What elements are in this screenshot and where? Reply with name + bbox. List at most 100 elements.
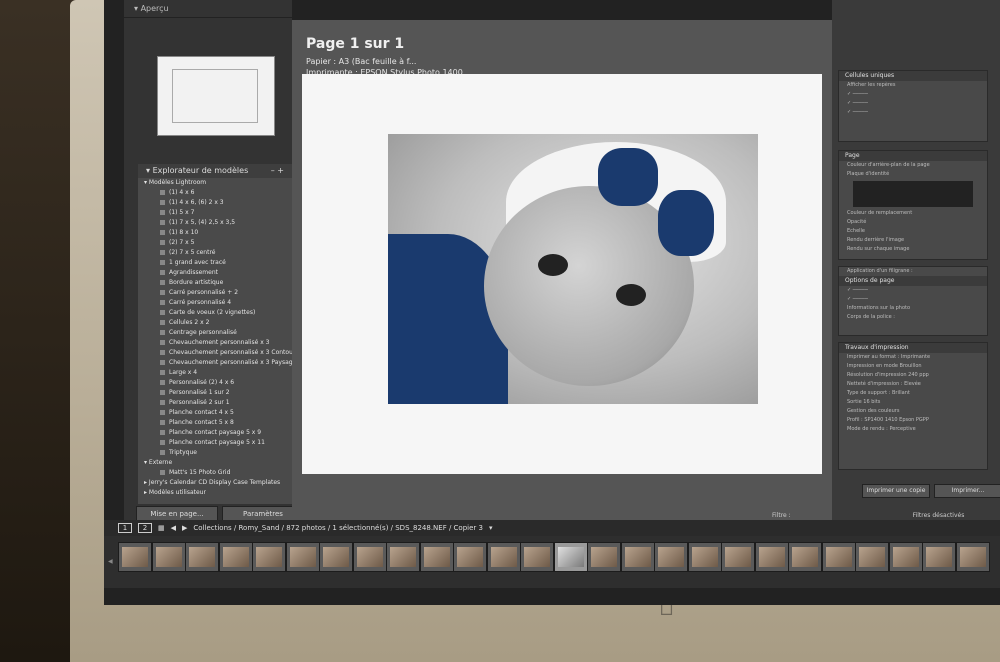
template-item[interactable]: Planche contact paysage 5 x 11 — [138, 438, 292, 448]
sharpen-row[interactable]: Netteté d'impression : Elevée — [839, 380, 987, 389]
template-item[interactable]: (1) 5 x 7 — [138, 208, 292, 218]
filmstrip-thumbnail[interactable] — [855, 542, 889, 572]
print-one-copy-button[interactable]: Imprimer une copie — [862, 484, 930, 498]
template-item[interactable]: Centrage personnalisé — [138, 328, 292, 338]
remove-template-button[interactable]: – — [271, 166, 275, 175]
page-option[interactable]: ✓ ───── — [839, 295, 987, 304]
template-item[interactable]: Agrandissement — [138, 268, 292, 278]
opacity-slider[interactable]: Opacité — [839, 218, 987, 227]
filmstrip-thumbnail[interactable] — [721, 542, 755, 572]
primary-view-button[interactable]: 1 — [118, 523, 132, 533]
filmstrip-thumbnail[interactable] — [319, 542, 353, 572]
source-path[interactable]: Collections / Romy_Sand / 872 photos / 1… — [193, 524, 483, 532]
filmstrip-thumbnail[interactable] — [520, 542, 554, 572]
template-item[interactable]: (1) 8 x 10 — [138, 228, 292, 238]
folder-lightroom-templates[interactable]: ▾ Modèles Lightroom — [138, 178, 292, 188]
resolution-row[interactable]: Résolution d'impression 240 ppp — [839, 371, 987, 380]
template-item[interactable]: (1) 4 x 6, (6) 2 x 3 — [138, 198, 292, 208]
template-item[interactable]: Planche contact 4 x 5 — [138, 408, 292, 418]
chevron-down-icon[interactable]: ▾ — [489, 524, 493, 532]
print-job-title[interactable]: Travaux d'impression — [839, 343, 987, 353]
background-color-option[interactable]: Couleur d'arrière-plan de la page — [839, 161, 987, 170]
secondary-view-button[interactable]: 2 — [138, 523, 152, 533]
media-type-row[interactable]: Type de support : Brillant — [839, 389, 987, 398]
filmstrip-thumbnail[interactable] — [754, 542, 789, 572]
font-size-option[interactable]: Corps de la police : — [839, 313, 987, 322]
preview-panel-title[interactable]: ▾ Aperçu — [124, 0, 292, 18]
template-item[interactable]: Carré personnalisé + 2 — [138, 288, 292, 298]
layout-style-label[interactable]: Cellules uniques — [839, 71, 987, 81]
template-item[interactable]: (1) 7 x 5, (4) 2,5 x 3,5 — [138, 218, 292, 228]
print-button[interactable]: Imprimer... — [934, 484, 1000, 498]
template-item[interactable]: 1 grand avec tracé — [138, 258, 292, 268]
template-item[interactable]: Personnalisé 2 sur 1 — [138, 398, 292, 408]
filmstrip-thumbnail[interactable] — [922, 542, 956, 572]
filter-state[interactable]: Filtres désactivés — [913, 512, 965, 519]
page-options-title[interactable]: Options de page — [839, 276, 987, 286]
template-item[interactable]: Chevauchement personnalisé x 3 Paysage — [138, 358, 292, 368]
render-each-option[interactable]: Rendu sur chaque image — [839, 245, 987, 254]
template-item[interactable]: (1) 4 x 6 — [138, 188, 292, 198]
template-explorer-header[interactable]: ▾ Explorateur de modèles – + — [138, 164, 292, 178]
filmstrip-thumbnail[interactable] — [386, 542, 420, 572]
print-to-row[interactable]: Imprimer au format : Imprimante — [839, 353, 987, 362]
photo-info-option[interactable]: Informations sur la photo — [839, 304, 987, 313]
folder-external[interactable]: ▾ Externe — [138, 458, 292, 468]
filmstrip-thumbnail[interactable] — [821, 542, 856, 572]
print-photo[interactable] — [388, 134, 758, 404]
template-item[interactable]: Carré personnalisé 4 — [138, 298, 292, 308]
filmstrip-thumbnail[interactable] — [218, 542, 253, 572]
folder-user-templates[interactable]: ▸ Modèles utilisateur — [138, 488, 292, 498]
folder-jerry[interactable]: ▸ Jerry's Calendar CD Display Case Templ… — [138, 478, 292, 488]
filmstrip-thumbnail[interactable] — [151, 542, 186, 572]
template-item[interactable]: Bordure artistique — [138, 278, 292, 288]
page-section-title[interactable]: Page — [839, 151, 987, 161]
page-option[interactable]: ✓ ───── — [839, 286, 987, 295]
guide-option[interactable]: ✓ ───── — [839, 99, 987, 108]
filmstrip-thumbnail[interactable] — [620, 542, 655, 572]
filmstrip-thumbnail[interactable] — [654, 542, 688, 572]
scale-slider[interactable]: Echelle — [839, 227, 987, 236]
filmstrip-thumbnail[interactable] — [888, 542, 923, 572]
filmstrip-thumbnail[interactable] — [788, 542, 822, 572]
template-item[interactable]: Personnalisé (2) 4 x 6 — [138, 378, 292, 388]
filmstrip-thumbnail[interactable] — [955, 542, 990, 572]
filmstrip-thumbnail[interactable] — [118, 542, 152, 572]
guide-option[interactable]: ✓ ───── — [839, 108, 987, 117]
draft-mode-option[interactable]: Impression en mode Brouillon — [839, 362, 987, 371]
template-item[interactable]: Chevauchement personnalisé x 3 Contour — [138, 348, 292, 358]
filmstrip-thumbnail[interactable] — [252, 542, 286, 572]
add-template-button[interactable]: + — [277, 166, 284, 175]
filmstrip-thumbnail[interactable] — [419, 542, 454, 572]
filmstrip-thumbnail[interactable] — [285, 542, 320, 572]
filmstrip-thumbnail[interactable] — [453, 542, 487, 572]
output-16bit-option[interactable]: Sortie 16 bits — [839, 398, 987, 407]
render-behind-option[interactable]: Rendu derrière l'image — [839, 236, 987, 245]
intent-row[interactable]: Mode de rendu : Perceptive — [839, 425, 987, 434]
scroll-left-icon[interactable]: ◀ — [108, 558, 113, 565]
template-item[interactable]: Personnalisé 1 sur 2 — [138, 388, 292, 398]
template-item[interactable]: Large x 4 — [138, 368, 292, 378]
template-item[interactable]: Cellules 2 x 2 — [138, 318, 292, 328]
filmstrip-thumbnail[interactable] — [587, 542, 621, 572]
filmstrip-thumbnail[interactable] — [687, 542, 722, 572]
filmstrip-thumbnail[interactable] — [352, 542, 387, 572]
template-item[interactable]: Matt's 15 Photo Grid — [138, 468, 292, 478]
identity-plate-option[interactable]: Plaque d'identité — [839, 170, 987, 179]
forward-arrow-icon[interactable]: ▶ — [182, 524, 187, 532]
template-item[interactable]: Triptyque — [138, 448, 292, 458]
apply-watermark-option[interactable]: Application d'un filigrane : — [839, 267, 987, 276]
template-item[interactable]: Chevauchement personnalisé x 3 — [138, 338, 292, 348]
guides-label[interactable]: Afficher les repères — [839, 81, 987, 90]
grid-icon[interactable]: ▦ — [158, 524, 165, 532]
filmstrip-thumbnail[interactable] — [486, 542, 521, 572]
guide-option[interactable]: ✓ ───── — [839, 90, 987, 99]
filmstrip-thumbnail[interactable] — [185, 542, 219, 572]
profile-row[interactable]: Profil : SP1400 1410 Epson PGPP — [839, 416, 987, 425]
template-item[interactable]: Planche contact paysage 5 x 9 — [138, 428, 292, 438]
template-item[interactable]: Carte de voeux (2 vignettes) — [138, 308, 292, 318]
identity-plate-preview[interactable] — [853, 181, 973, 207]
back-arrow-icon[interactable]: ◀ — [171, 524, 176, 532]
template-item[interactable]: (2) 7 x 5 centré — [138, 248, 292, 258]
filmstrip-thumbnail[interactable] — [553, 542, 588, 572]
